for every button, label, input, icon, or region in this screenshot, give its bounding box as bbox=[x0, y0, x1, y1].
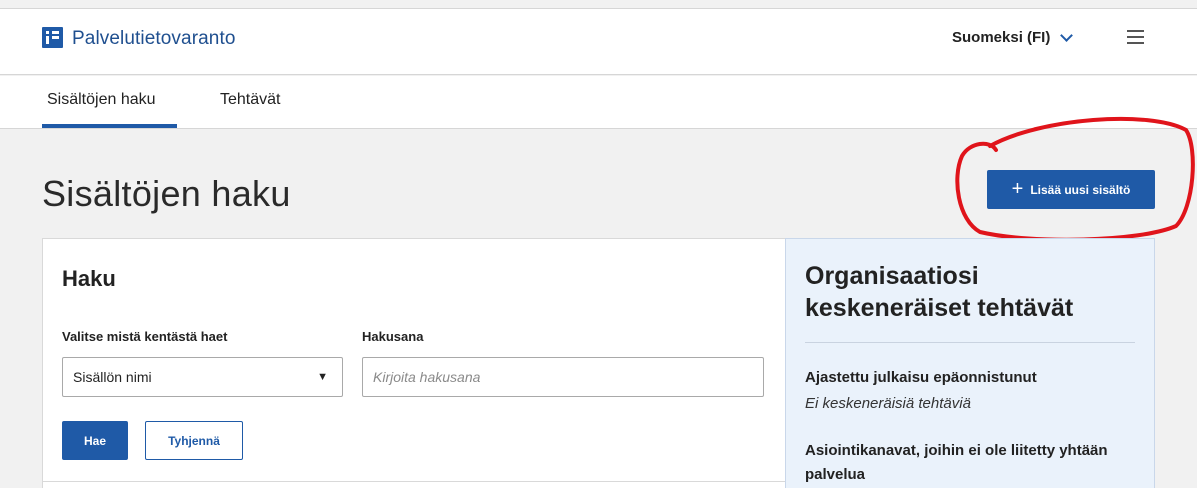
search-button[interactable]: Hae bbox=[62, 421, 128, 460]
brand-name[interactable]: Palvelutietovaranto bbox=[72, 28, 236, 50]
task-item-status: Ei keskeneräisiä tehtäviä bbox=[805, 395, 971, 412]
keyword-label: Hakusana bbox=[362, 329, 424, 344]
tab-content-search[interactable]: Sisältöjen haku bbox=[47, 91, 156, 109]
keyword-input[interactable] bbox=[362, 357, 764, 397]
task-item-unlinked-channels[interactable]: Asiointikanavat, joihin ei ole liitetty … bbox=[805, 439, 1135, 487]
clear-button[interactable]: Tyhjennä bbox=[145, 421, 243, 460]
chevron-down-icon bbox=[1060, 28, 1074, 42]
language-label: Suomeksi (FI) bbox=[952, 29, 1051, 46]
tasks-title: Organisaatiosi keskeneräiset tehtävät bbox=[805, 262, 1074, 322]
active-tab-indicator bbox=[42, 124, 177, 128]
search-field-label: Valitse mistä kentästä haet bbox=[62, 329, 228, 344]
app-header: Palvelutietovaranto Suomeksi (FI) bbox=[0, 9, 1197, 75]
card-divider bbox=[43, 481, 785, 482]
language-selector[interactable]: Suomeksi (FI) bbox=[952, 28, 1074, 46]
tab-tasks[interactable]: Tehtävät bbox=[220, 91, 280, 109]
search-field-value: Sisällön nimi bbox=[73, 369, 152, 385]
tasks-divider bbox=[805, 342, 1135, 343]
caret-down-icon: ▼ bbox=[317, 371, 328, 383]
search-title: Haku bbox=[62, 266, 116, 291]
logo-icon[interactable] bbox=[42, 27, 63, 48]
page-title: Sisältöjen haku bbox=[42, 173, 291, 214]
task-item-scheduled-failed[interactable]: Ajastettu julkaisu epäonnistunut bbox=[805, 366, 1135, 390]
search-field-select[interactable]: Sisällön nimi ▼ bbox=[62, 357, 343, 397]
annotation-circle bbox=[955, 116, 1195, 242]
hamburger-menu-icon[interactable] bbox=[1127, 30, 1144, 44]
